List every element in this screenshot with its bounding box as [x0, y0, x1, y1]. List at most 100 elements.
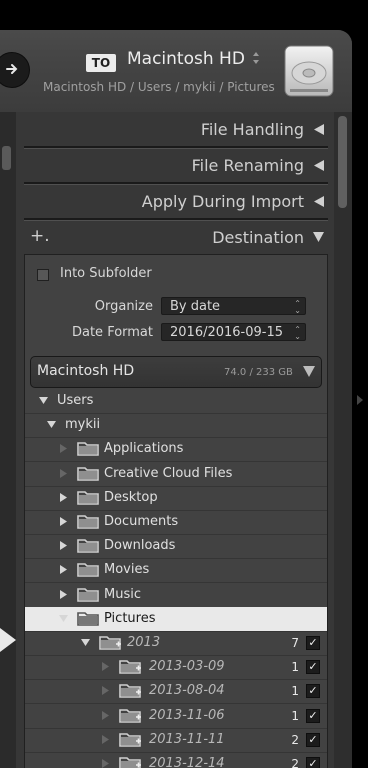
folder-icon — [77, 466, 99, 481]
folder-icon — [77, 611, 99, 626]
section-destination-label: Destination — [212, 228, 304, 247]
destination-path: Macintosh HD / Users / mykii / Pictures — [43, 80, 275, 94]
tree-item-date[interactable]: 2013-11-11 2 ✓ — [25, 728, 327, 753]
tree-item-mykii[interactable]: mykii — [25, 413, 327, 439]
left-scroll-thumb[interactable] — [2, 146, 11, 170]
left-pane-scrollbar[interactable] — [0, 112, 17, 768]
folder-add-icon — [119, 757, 141, 768]
select-stepper-icon: ⌃ ⌄ — [294, 325, 301, 341]
organize-value: By date — [170, 299, 221, 314]
tree-item-label: Documents — [104, 514, 179, 529]
tree-item-folder[interactable]: Music — [25, 583, 327, 608]
tree-item-folder[interactable]: Desktop — [25, 486, 327, 511]
tree-item-label: 2013 — [127, 635, 161, 650]
disclosure-closed-icon[interactable] — [59, 541, 68, 551]
include-checkbox[interactable]: ✓ — [306, 660, 320, 675]
include-checkbox[interactable]: ✓ — [306, 636, 320, 650]
folder-icon — [77, 563, 99, 578]
disclosure-open-icon[interactable] — [59, 614, 68, 623]
tree-item-folder[interactable]: Movies — [25, 558, 327, 584]
tree-item-label: Applications — [104, 441, 184, 457]
folder-icon — [77, 539, 99, 553]
organize-select[interactable]: By date ⌃ ⌄ — [161, 297, 306, 315]
disclosure-closed-icon[interactable] — [101, 734, 110, 744]
tree-item-date[interactable]: 2013-12-14 2 ✓ — [25, 752, 327, 768]
collapse-triangle-icon — [314, 196, 324, 207]
tree-item-folder[interactable]: Creative Cloud Files — [25, 462, 327, 487]
right-panel-scrollbar[interactable] — [334, 112, 352, 768]
tree-item-label: Movies — [104, 562, 150, 578]
disclosure-closed-icon[interactable] — [101, 710, 110, 720]
include-checkbox[interactable]: ✓ — [306, 708, 320, 723]
disclosure-open-icon[interactable] — [39, 396, 48, 405]
into-subfolder-checkbox[interactable] — [37, 269, 49, 281]
import-panel: TO Macintosh HD Macintosh HD / Users / m… — [0, 30, 352, 768]
tree-item-label: Creative Cloud Files — [104, 465, 233, 481]
disclosure-closed-icon[interactable] — [59, 517, 68, 526]
destination-body: Into Subfolder Organize By date ⌃ ⌄ Date … — [24, 254, 328, 768]
disclosure-closed-icon[interactable] — [59, 468, 68, 478]
arrow-right-icon — [6, 64, 18, 74]
include-checkbox[interactable]: ✓ — [306, 732, 320, 747]
collapse-triangle-icon — [314, 160, 324, 171]
destination-header: TO Macintosh HD Macintosh HD / Users / m… — [0, 30, 352, 112]
tree-item-label: Music — [104, 586, 141, 602]
date-format-value: 2016/2016-09-15 — [170, 325, 284, 340]
disclosure-closed-icon[interactable] — [101, 686, 110, 696]
folder-add-icon — [99, 636, 121, 650]
tree-item-label: Desktop — [104, 489, 158, 505]
back-button[interactable] — [0, 52, 30, 88]
pane-collapse-arrow-icon[interactable] — [357, 395, 363, 405]
disclosure-closed-icon[interactable] — [101, 662, 110, 672]
folder-icon — [77, 515, 99, 529]
destination-volume-selector[interactable]: Macintosh HD — [127, 49, 245, 69]
volume-name: Macintosh HD — [37, 363, 135, 379]
expand-triangle-icon — [313, 232, 324, 242]
section-file-renaming[interactable]: File Renaming — [22, 148, 330, 184]
tree-item-year[interactable]: 2013 7 ✓ — [25, 631, 327, 656]
disclosure-closed-icon[interactable] — [59, 444, 68, 454]
section-apply-during-import[interactable]: Apply During Import — [22, 184, 330, 220]
select-stepper-icon: ⌃ ⌄ — [294, 299, 301, 315]
tree-item-date[interactable]: 2013-11-06 1 ✓ — [25, 704, 327, 729]
date-format-label: Date Format — [71, 325, 153, 340]
date-format-select[interactable]: 2016/2016-09-15 ⌃ ⌄ — [161, 323, 306, 341]
include-checkbox[interactable]: ✓ — [306, 684, 320, 699]
include-checkbox[interactable]: ✓ — [306, 757, 320, 768]
tree-item-label: Downloads — [104, 538, 176, 554]
volume-header[interactable]: Macintosh HD 74.0 / 233 GB — [30, 356, 322, 388]
tree-item-label: 2013-12-14 — [149, 756, 225, 768]
tree-item-folder[interactable]: Pictures — [25, 606, 327, 632]
volume-expand-icon[interactable] — [303, 366, 315, 377]
tree-item-label: Pictures — [104, 610, 156, 626]
section-file-handling[interactable]: File Handling — [22, 112, 330, 148]
folder-add-icon — [119, 732, 141, 747]
tree-item-label: 2013-03-09 — [149, 659, 225, 675]
right-scroll-thumb[interactable] — [338, 116, 347, 208]
tree-item-folder[interactable]: Documents — [25, 510, 327, 535]
volume-stepper-icon[interactable] — [253, 52, 259, 67]
folder-icon — [77, 490, 99, 505]
selection-pointer-icon — [0, 628, 16, 652]
disclosure-closed-icon[interactable] — [59, 589, 68, 599]
into-subfolder-label: Into Subfolder — [60, 266, 152, 281]
disclosure-open-icon[interactable] — [47, 420, 56, 429]
disclosure-closed-icon[interactable] — [101, 759, 110, 768]
photo-count: 1 — [291, 660, 299, 675]
disclosure-closed-icon[interactable] — [59, 492, 68, 502]
tree-item-date[interactable]: 2013-03-09 1 ✓ — [25, 655, 327, 681]
tree-item-folder[interactable]: Applications — [25, 437, 327, 463]
disclosure-open-icon[interactable] — [81, 638, 90, 647]
tree-item-users[interactable]: Users — [25, 389, 327, 414]
folder-add-icon — [119, 708, 141, 723]
photo-count: 2 — [291, 757, 299, 768]
tree-item-label: 2013-11-06 — [149, 707, 225, 723]
photo-count: 1 — [291, 684, 299, 699]
disclosure-closed-icon[interactable] — [59, 565, 68, 575]
tree-item-date[interactable]: 2013-08-04 1 ✓ — [25, 679, 327, 705]
section-file-handling-label: File Handling — [200, 120, 304, 139]
section-destination[interactable]: +. Destination — [22, 220, 330, 256]
tree-item-label: Users — [57, 393, 94, 408]
tree-item-folder[interactable]: Downloads — [25, 534, 327, 560]
add-folder-button[interactable]: +. — [30, 226, 50, 246]
